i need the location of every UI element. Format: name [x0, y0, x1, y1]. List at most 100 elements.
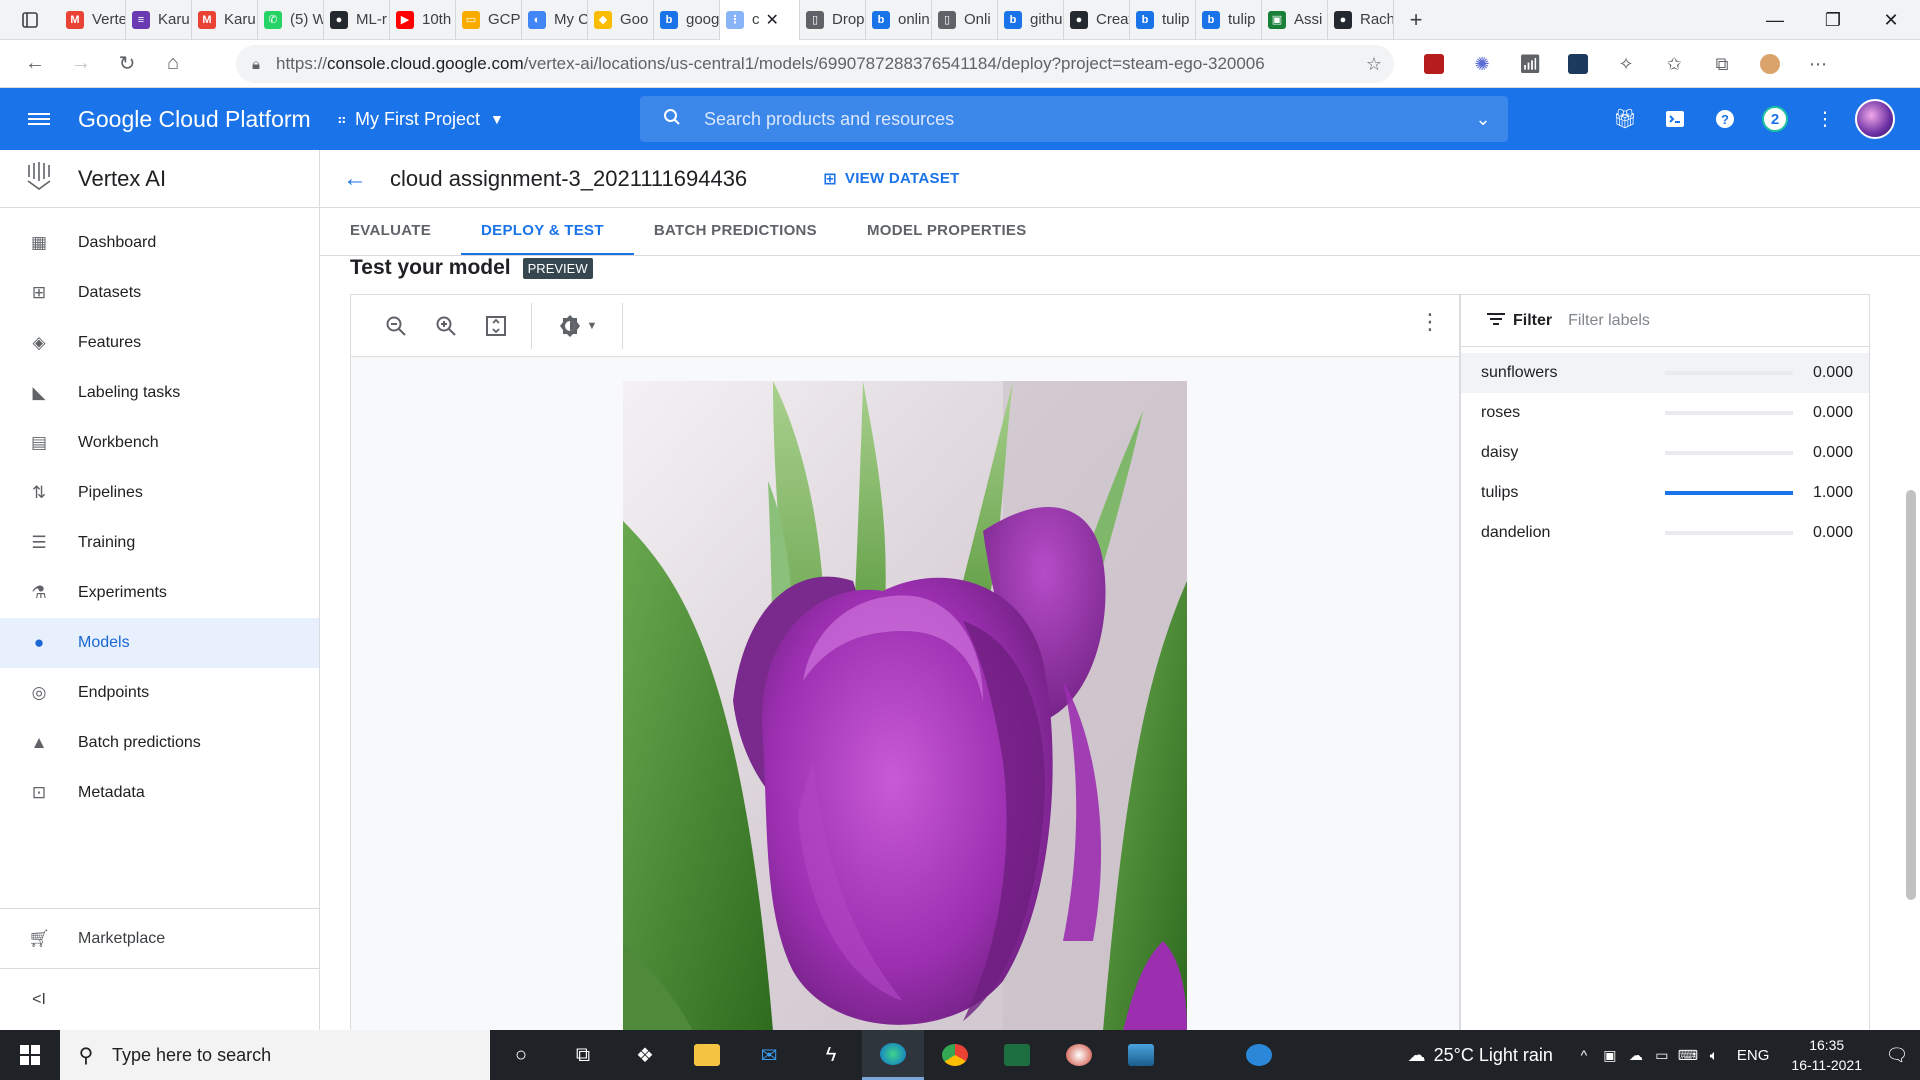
- network-icon[interactable]: ⌨: [1675, 1047, 1701, 1064]
- edge-icon[interactable]: [862, 1030, 924, 1080]
- browser-tab[interactable]: ▭ GCP: [456, 0, 522, 40]
- collections-icon[interactable]: ⧉: [1698, 46, 1746, 82]
- tray-app-icon[interactable]: ▣: [1597, 1047, 1623, 1064]
- sidebar-item-workbench[interactable]: ▤ Workbench: [0, 418, 319, 468]
- gift-icon[interactable]: 🎁︎: [1600, 88, 1650, 150]
- weather-widget[interactable]: ☁︎ 25°C Light rain: [1408, 1045, 1553, 1066]
- photos-icon[interactable]: [1110, 1030, 1172, 1080]
- fit-to-screen-icon[interactable]: [471, 303, 521, 349]
- new-tab-button[interactable]: +: [1394, 7, 1438, 33]
- more-vert-icon[interactable]: ⋮: [1800, 88, 1850, 150]
- browser-tab[interactable]: ▣ Assi: [1262, 0, 1328, 40]
- lock-icon[interactable]: 🔒︎: [236, 56, 276, 73]
- volume-icon[interactable]: 🔈︎: [1701, 1047, 1727, 1064]
- prediction-row[interactable]: tulips 1.000: [1461, 473, 1869, 513]
- excel-icon[interactable]: [986, 1030, 1048, 1080]
- paint-icon[interactable]: [1048, 1030, 1110, 1080]
- filter-labels-input[interactable]: Filter labels: [1568, 312, 1650, 330]
- back-icon[interactable]: ←: [12, 44, 58, 84]
- browser-tab[interactable]: ≡ Karu: [126, 0, 192, 40]
- sidebar-item-features[interactable]: ◈ Features: [0, 318, 319, 368]
- extension-star-icon[interactable]: ✺: [1458, 46, 1506, 82]
- cloud-shell-icon[interactable]: [1650, 88, 1700, 150]
- browser-tab[interactable]: ⋮ c ✕: [720, 0, 800, 40]
- notifications-icon[interactable]: 2: [1750, 88, 1800, 150]
- chrome-icon[interactable]: [924, 1030, 986, 1080]
- tab-actions-icon[interactable]: [0, 0, 60, 40]
- zoom-out-icon[interactable]: [371, 303, 421, 349]
- task-view-icon[interactable]: ⧉: [552, 1030, 614, 1080]
- close-tab-icon[interactable]: ✕: [766, 10, 779, 30]
- browser-tab[interactable]: ● Creat: [1064, 0, 1130, 40]
- search-input[interactable]: Search products and resources ⌄: [640, 96, 1508, 142]
- menu-icon[interactable]: [0, 88, 78, 150]
- url-text[interactable]: https://console.cloud.google.com/vertex-…: [276, 54, 1354, 74]
- app-lightning-icon[interactable]: ϟ: [800, 1030, 862, 1080]
- taskbar-search-input[interactable]: ⚲ Type here to search: [60, 1030, 490, 1080]
- browser-menu-icon[interactable]: ⋯: [1794, 46, 1842, 82]
- browser-tab[interactable]: ✆ (5) W: [258, 0, 324, 40]
- extensions-puzzle-icon[interactable]: ✧: [1602, 46, 1650, 82]
- browser-tab[interactable]: b tulip: [1196, 0, 1262, 40]
- sidebar-item-models[interactable]: ● Models: [0, 618, 319, 668]
- file-explorer-icon[interactable]: [676, 1030, 738, 1080]
- mail-icon[interactable]: ✉: [738, 1030, 800, 1080]
- browser-tab[interactable]: b tulip: [1130, 0, 1196, 40]
- favorite-star-icon[interactable]: ☆: [1354, 54, 1394, 75]
- page-scrollbar[interactable]: [1906, 490, 1916, 900]
- browser-tab[interactable]: ▯ Onli: [932, 0, 998, 40]
- help-icon[interactable]: ?: [1700, 88, 1750, 150]
- language-indicator[interactable]: ENG: [1737, 1047, 1770, 1064]
- avatar[interactable]: [1850, 88, 1900, 150]
- viewer-more-icon[interactable]: ⋮: [1419, 309, 1441, 335]
- project-selector[interactable]: ⠶ My First Project ▼: [337, 109, 504, 130]
- prediction-row[interactable]: daisy 0.000: [1461, 433, 1869, 473]
- extension-dark-icon[interactable]: [1554, 46, 1602, 82]
- cortana-icon[interactable]: ○: [490, 1030, 552, 1080]
- prediction-row[interactable]: sunflowers 0.000: [1461, 353, 1869, 393]
- sidebar-item-labeling-tasks[interactable]: ◣ Labeling tasks: [0, 368, 319, 418]
- view-dataset-button[interactable]: ⊞ VIEW DATASET: [823, 169, 959, 189]
- notification-center-icon[interactable]: 🗨︎: [1874, 1045, 1920, 1066]
- forward-icon[interactable]: →: [58, 44, 104, 84]
- minimize-icon[interactable]: —: [1746, 0, 1804, 40]
- sidebar-item-dashboard[interactable]: ▦ Dashboard: [0, 218, 319, 268]
- profile-icon[interactable]: [1746, 46, 1794, 82]
- browser-tab[interactable]: M Karu: [192, 0, 258, 40]
- omnibox[interactable]: 🔒︎ https://console.cloud.google.com/vert…: [236, 45, 1394, 83]
- sidebar-item-datasets[interactable]: ⊞ Datasets: [0, 268, 319, 318]
- tab-batch-predictions[interactable]: BATCH PREDICTIONS: [634, 208, 847, 255]
- browser-tab[interactable]: ▶ 10th: [390, 0, 456, 40]
- sidebar-item-experiments[interactable]: ⚗ Experiments: [0, 568, 319, 618]
- reload-icon[interactable]: ↻: [104, 44, 150, 84]
- brightness-dropdown-icon[interactable]: ▼: [542, 303, 612, 349]
- clock[interactable]: 16:35 16-11-2021: [1791, 1035, 1862, 1075]
- sidebar-item-marketplace[interactable]: 🛒︎ Marketplace: [0, 909, 320, 969]
- battery-icon[interactable]: ▭: [1649, 1047, 1675, 1064]
- sidebar-item-endpoints[interactable]: ◎ Endpoints: [0, 668, 319, 718]
- help-app-icon[interactable]: [1228, 1030, 1290, 1080]
- extension-red-icon[interactable]: [1410, 46, 1458, 82]
- browser-tab[interactable]: ◐ My C: [522, 0, 588, 40]
- filter-icon[interactable]: [1487, 310, 1505, 331]
- prediction-row[interactable]: dandelion 0.000: [1461, 513, 1869, 553]
- tab-evaluate[interactable]: EVALUATE: [330, 208, 461, 255]
- chevron-down-icon[interactable]: ⌄: [1458, 109, 1508, 130]
- close-window-icon[interactable]: ✕: [1862, 0, 1920, 40]
- zoom-in-icon[interactable]: [421, 303, 471, 349]
- browser-tab[interactable]: ▯ Drop: [800, 0, 866, 40]
- browser-tab[interactable]: M Verte: [60, 0, 126, 40]
- browser-tab[interactable]: ● Rach: [1328, 0, 1394, 40]
- collapse-sidebar-button[interactable]: <I: [0, 968, 320, 1030]
- sidebar-item-batch-predictions[interactable]: ▲ Batch predictions: [0, 718, 319, 768]
- back-arrow-icon[interactable]: ←: [320, 165, 390, 193]
- prediction-row[interactable]: roses 0.000: [1461, 393, 1869, 433]
- browser-tab[interactable]: ◆ Goo: [588, 0, 654, 40]
- tab-deploy-test[interactable]: DEPLOY & TEST: [461, 208, 634, 255]
- browser-tab[interactable]: ● ML-r: [324, 0, 390, 40]
- sidebar-item-metadata[interactable]: ⊡ Metadata: [0, 768, 319, 818]
- home-icon[interactable]: ⌂: [150, 44, 196, 84]
- sidebar-item-training[interactable]: ☰ Training: [0, 518, 319, 568]
- extension-chart-icon[interactable]: 📶︎: [1506, 46, 1554, 82]
- browser-tab[interactable]: b goog: [654, 0, 720, 40]
